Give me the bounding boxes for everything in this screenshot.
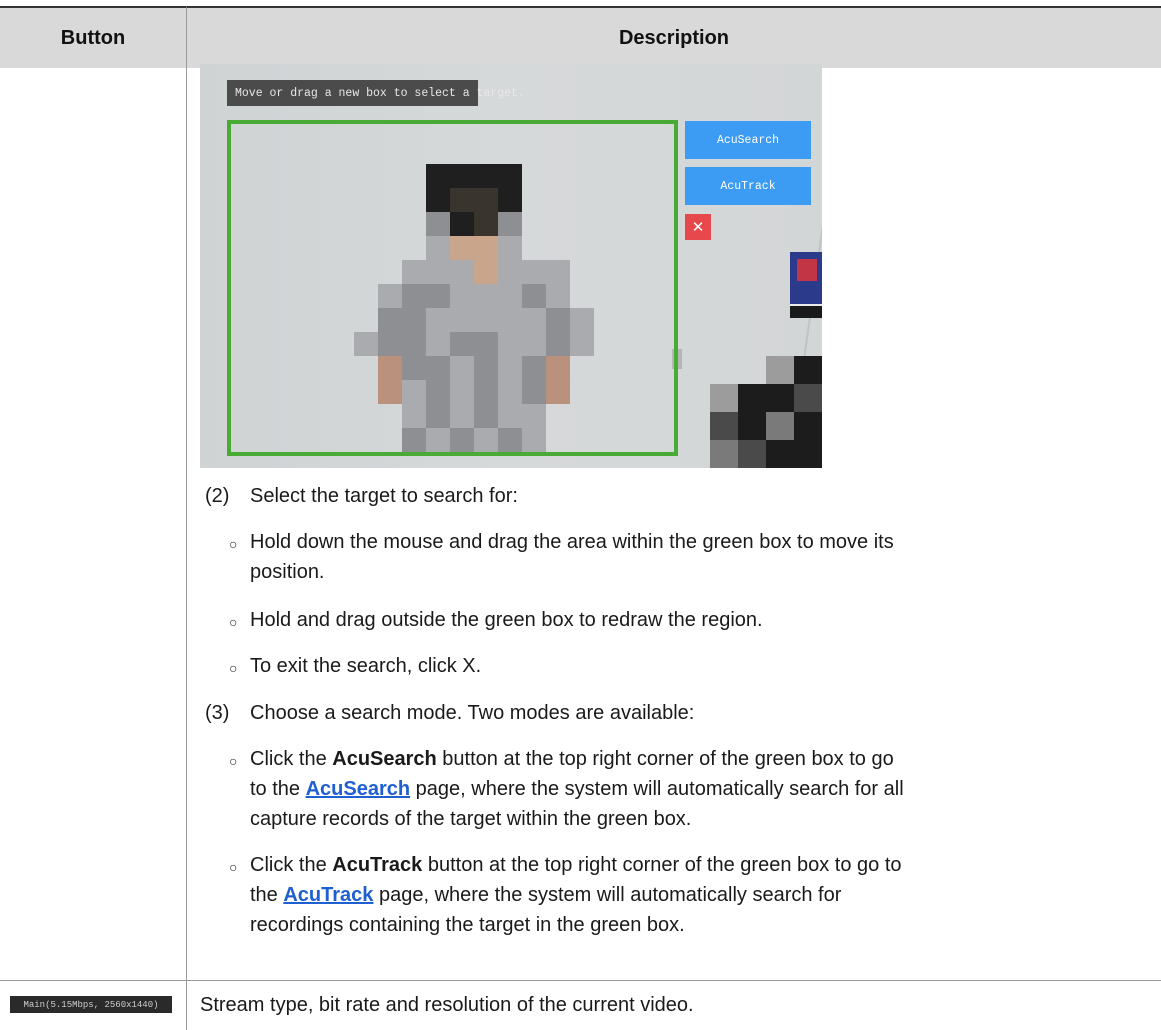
- stream-description: Stream type, bit rate and resolution of …: [200, 994, 694, 1016]
- step3-bullet2-line2: the AcuTrack page, where the system will…: [250, 884, 842, 906]
- mosaic-block: [794, 440, 822, 468]
- step2-number: (2): [205, 485, 230, 507]
- mosaic-block: [766, 440, 794, 468]
- bullet-icon: ○: [229, 536, 238, 552]
- mosaic-block: [738, 440, 766, 468]
- step2-bullet1-line2: position.: [250, 561, 325, 583]
- step2-text: Select the target to search for:: [250, 485, 518, 507]
- mosaic-block: [738, 384, 766, 412]
- acusearch-link[interactable]: AcuSearch: [306, 778, 411, 800]
- step3-bullet1-line3: capture records of the target within the…: [250, 808, 692, 830]
- step3-bullet1-line1: Click the AcuSearch button at the top ri…: [250, 748, 894, 770]
- step3-bullet2-line1: Click the AcuTrack button at the top rig…: [250, 854, 902, 876]
- header-description: Description: [187, 6, 1161, 68]
- mosaic-block: [710, 412, 738, 440]
- bullet-icon: ○: [229, 614, 238, 630]
- acutrack-link[interactable]: AcuTrack: [283, 884, 373, 906]
- acutrack-button[interactable]: AcuTrack: [685, 167, 811, 205]
- mosaic-block: [794, 384, 822, 412]
- row-divider: [0, 980, 1161, 981]
- bullet-icon: ○: [229, 859, 238, 875]
- target-selection-box[interactable]: [227, 120, 678, 456]
- mosaic-block: [710, 384, 738, 412]
- step2-bullet2: Hold and drag outside the green box to r…: [250, 609, 763, 631]
- mosaic-block: [794, 412, 822, 440]
- mosaic-block: [738, 412, 766, 440]
- mosaic-block: [766, 412, 794, 440]
- stream-info-button[interactable]: Main(5.15Mbps, 2560x1440): [10, 996, 172, 1013]
- step3-bullet2-line3: recordings containing the target in the …: [250, 914, 685, 936]
- step3-bullet1-line2: to the AcuSearch page, where the system …: [250, 778, 904, 800]
- poster-strip: [790, 304, 822, 318]
- mosaic-block: [794, 356, 822, 384]
- acusearch-button[interactable]: AcuSearch: [685, 121, 811, 159]
- bullet-icon: ○: [229, 660, 238, 676]
- step2-bullet1-line1: Hold down the mouse and drag the area wi…: [250, 531, 894, 553]
- step2-bullet3: To exit the search, click X.: [250, 655, 482, 677]
- mosaic-block: [766, 384, 794, 412]
- close-icon[interactable]: ✕: [685, 214, 711, 240]
- bullet-icon: ○: [229, 753, 238, 769]
- document-table: Button Description Move or drag a new bo…: [0, 0, 1161, 1030]
- step3-text: Choose a search mode. Two modes are avai…: [250, 702, 695, 724]
- acutrack-bold: AcuTrack: [332, 854, 423, 876]
- mosaic-block: [710, 440, 738, 468]
- step3-number: (3): [205, 702, 230, 724]
- target-selection-screenshot: Move or drag a new box to select a targe…: [200, 64, 822, 468]
- mosaic-block: [766, 356, 794, 384]
- poster-detail: [797, 259, 817, 281]
- column-divider: [186, 66, 187, 1030]
- acusearch-bold: AcuSearch: [332, 748, 437, 770]
- header-button: Button: [0, 6, 187, 68]
- selection-tip: Move or drag a new box to select a targe…: [227, 80, 525, 106]
